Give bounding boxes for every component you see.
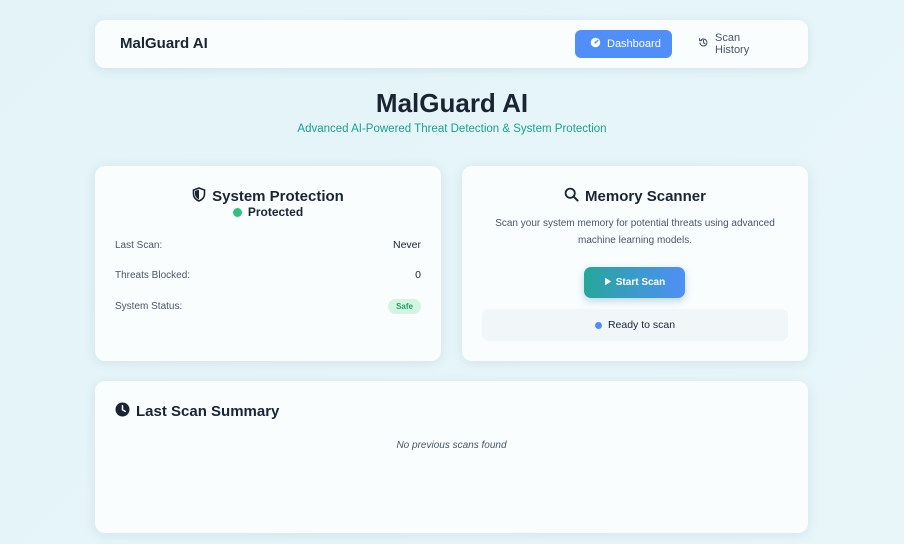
system-protection-title: System Protection: [212, 188, 344, 205]
system-status-label: System Status:: [115, 301, 183, 312]
last-scan-value: Never: [392, 239, 421, 251]
play-icon: [604, 277, 612, 289]
system-protection-card: System Protection Protected Last Scan: N…: [95, 166, 441, 361]
threats-blocked-value: 0: [415, 269, 421, 281]
nav-history-label: Scan History: [715, 32, 750, 56]
clock-icon: [115, 402, 130, 421]
threats-blocked-row: Threats Blocked: 0: [115, 269, 421, 281]
system-protection-heading: System Protection: [95, 187, 441, 206]
memory-scanner-title: Memory Scanner: [585, 188, 706, 205]
last-scan-summary-title: Last Scan Summary: [136, 403, 280, 420]
shield-icon: [192, 187, 206, 206]
start-scan-label: Start Scan: [615, 277, 666, 288]
memory-scanner-heading: Memory Scanner: [462, 187, 808, 206]
last-scan-label: Last Scan:: [115, 239, 163, 251]
brand-logo-text[interactable]: MalGuard AI: [120, 35, 208, 52]
status-dot-icon: [232, 207, 242, 217]
memory-scanner-description: Scan your system memory for potential th…: [495, 218, 775, 246]
nav-dashboard-label: Dashboard: [607, 38, 661, 50]
scan-status-text: Ready to scan: [607, 319, 676, 331]
summary-empty-message: No previous scans found: [396, 440, 507, 451]
status-badge: Safe: [388, 299, 421, 314]
gauge-icon: [590, 37, 601, 51]
page-title: MalGuard AI: [375, 88, 529, 118]
scan-status-box: Ready to scan: [482, 309, 788, 341]
nav-history-button[interactable]: Scan History: [683, 30, 788, 58]
system-status-row: System Status: Safe: [115, 299, 421, 314]
threats-blocked-label: Threats Blocked:: [115, 269, 191, 281]
page-subtitle: Advanced AI-Powered Threat Detection & S…: [297, 123, 607, 135]
ready-dot-icon: [594, 321, 602, 329]
protection-status: Protected: [95, 205, 441, 219]
last-scan-summary-heading: Last Scan Summary: [115, 402, 279, 421]
history-icon: [698, 37, 709, 51]
last-scan-summary-card: Last Scan Summary No previous scans foun…: [95, 381, 808, 533]
navbar: MalGuard AI Dashboard Scan History: [95, 20, 808, 68]
nav-dashboard-button[interactable]: Dashboard: [575, 30, 672, 58]
magnifier-icon: [564, 187, 579, 206]
start-scan-button[interactable]: Start Scan: [584, 267, 685, 298]
protection-status-label: Protected: [247, 205, 304, 219]
last-scan-row: Last Scan: Never: [115, 239, 421, 251]
memory-scanner-card: Memory Scanner Scan your system memory f…: [462, 166, 808, 361]
